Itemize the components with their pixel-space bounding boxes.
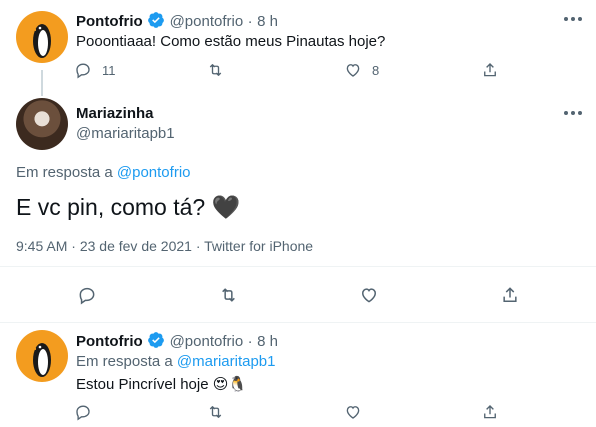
tweet-text: E vc pin, como tá? 🖤 xyxy=(16,194,241,220)
pontofrio-avatar[interactable] xyxy=(16,330,68,382)
penguin-logo-icon xyxy=(31,24,51,58)
reply-to-handle[interactable]: @mariaritapb1 xyxy=(177,353,276,370)
author-handle[interactable]: @pontofrio xyxy=(170,13,244,30)
tweet-header: Pontofrio @pontofrio · 8 h xyxy=(76,331,278,351)
tweet-header: Pontofrio @pontofrio · 8 h xyxy=(76,11,278,31)
share-icon xyxy=(484,63,496,77)
separator-dot: · xyxy=(247,13,253,30)
tweet-time[interactable]: 9:45 AM xyxy=(16,238,67,254)
pontofrio-avatar[interactable] xyxy=(16,11,68,63)
author-name[interactable]: Pontofrio xyxy=(76,13,143,30)
penguin-logo-icon xyxy=(31,343,51,377)
thread-connector-line xyxy=(41,70,43,96)
like-button[interactable]: 8 xyxy=(344,61,379,79)
share-icon xyxy=(503,287,517,302)
tweet-text: Pooontiaaa! Como estão meus Pinautas hoj… xyxy=(76,33,386,50)
tweet-source[interactable]: Twitter for iPhone xyxy=(204,238,313,254)
like-button[interactable] xyxy=(344,403,362,421)
author-handle[interactable]: @mariaritapb1 xyxy=(76,125,175,142)
share-icon xyxy=(484,405,496,419)
tweet-time[interactable]: 8 h xyxy=(257,333,278,350)
separator-dot: · xyxy=(247,333,253,350)
retweet-icon xyxy=(222,288,235,302)
author-name[interactable]: Mariazinha xyxy=(76,105,154,122)
separator-dot: · xyxy=(71,238,76,254)
share-button[interactable] xyxy=(481,61,499,79)
reply-context: Em resposta a @mariaritapb1 xyxy=(76,353,276,370)
like-icon xyxy=(361,288,377,303)
author-handle[interactable]: @pontofrio xyxy=(170,333,244,350)
like-button[interactable] xyxy=(359,285,379,305)
like-count: 8 xyxy=(372,62,380,78)
reply-to-handle[interactable]: @pontofrio xyxy=(117,164,191,181)
tweet-date[interactable]: 23 de fev de 2021 xyxy=(80,238,192,254)
tweet-mariazinha-focused: Mariazinha @mariaritapb1 Em resposta a @… xyxy=(0,96,596,322)
reply-button[interactable] xyxy=(77,285,97,305)
separator-dot: · xyxy=(195,238,201,254)
verified-icon xyxy=(148,12,164,28)
retweet-button[interactable] xyxy=(206,61,225,79)
retweet-button[interactable] xyxy=(218,285,239,305)
like-icon xyxy=(346,64,360,77)
share-button[interactable] xyxy=(500,285,520,305)
mariazinha-avatar[interactable] xyxy=(16,98,68,150)
reply-icon xyxy=(79,287,95,305)
reply-button[interactable]: 11 xyxy=(74,61,116,79)
tweet-time[interactable]: 8 h xyxy=(257,13,278,30)
reply-button[interactable] xyxy=(74,403,92,421)
reply-context: Em resposta a @pontofrio xyxy=(16,164,191,181)
author-name[interactable]: Pontofrio xyxy=(76,333,143,350)
reply-prefix: Em resposta a xyxy=(76,353,173,370)
more-icon[interactable] xyxy=(563,9,583,29)
retweet-button[interactable] xyxy=(206,403,225,421)
retweet-icon xyxy=(209,406,222,418)
meta-divider xyxy=(0,266,596,267)
retweet-icon xyxy=(209,64,222,76)
tweet-text: Estou Pincrível hoje 😍🐧 xyxy=(76,376,248,393)
tweet-meta: 9:45 AM · 23 de fev de 2021 · Twitter fo… xyxy=(16,238,313,254)
reply-prefix: Em resposta a xyxy=(16,164,113,181)
tweet-pontofrio-1[interactable]: Pontofrio @pontofrio · 8 h Pooontiaaa! C… xyxy=(0,0,596,96)
reply-count: 11 xyxy=(102,62,116,78)
tweet-pontofrio-2[interactable]: Pontofrio @pontofrio · 8 h Em resposta a… xyxy=(0,323,596,427)
like-icon xyxy=(346,406,360,419)
share-button[interactable] xyxy=(481,403,499,421)
reply-icon xyxy=(76,63,90,79)
verified-icon xyxy=(148,332,164,348)
reply-icon xyxy=(76,405,90,421)
more-icon[interactable] xyxy=(563,103,583,123)
